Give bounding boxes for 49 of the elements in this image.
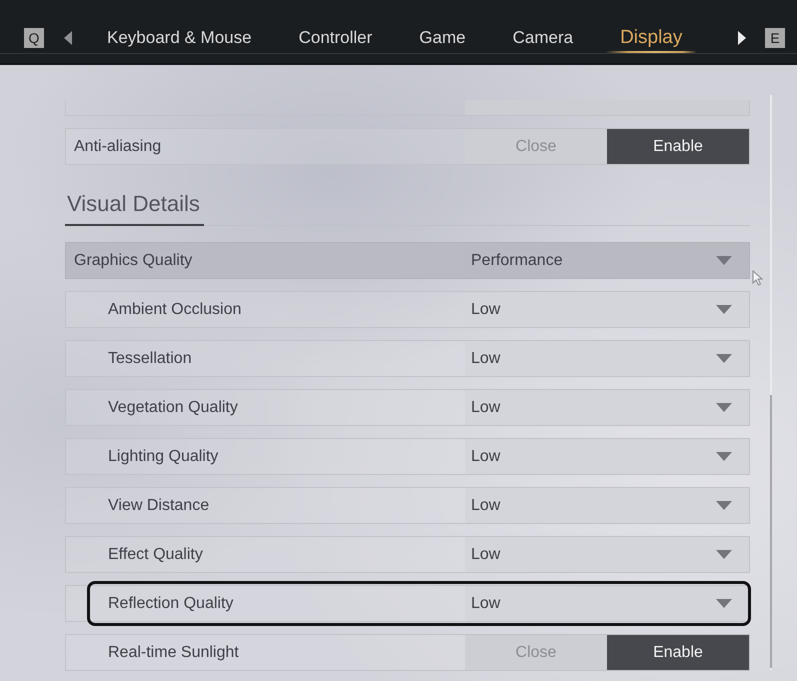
setting-row[interactable]: Effect Quality Low (65, 536, 750, 573)
setting-label: Reflection Quality (107, 594, 234, 612)
caret-down-icon (716, 403, 732, 412)
setting-label: Graphics Quality (73, 252, 194, 270)
tab[interactable]: Game (405, 24, 480, 53)
caret-down-icon (716, 501, 732, 510)
tab[interactable]: Keyboard & Mouse (93, 24, 266, 53)
setting-label: Real-time Sunlight (107, 644, 240, 662)
setting-label: Lighting Quality (107, 448, 220, 466)
dropdown[interactable]: Low (465, 341, 749, 376)
key-hint[interactable]: E (765, 28, 785, 48)
tab[interactable]: Controller (284, 24, 386, 53)
caret-down-icon (716, 550, 732, 559)
toggle-option[interactable]: Enable (607, 129, 749, 164)
scrollbar-thumb[interactable] (770, 395, 772, 668)
caret-down-icon (716, 256, 732, 265)
tab[interactable]: Camera (498, 24, 588, 53)
setting-label: Vegetation Quality (107, 398, 239, 416)
setting-row[interactable]: Real-time Sunlight Close Enable (65, 634, 750, 671)
caret-down-icon (716, 354, 732, 363)
mouse-pointer-icon (752, 270, 763, 286)
setting-label: Effect Quality (107, 546, 204, 564)
toggle-option[interactable]: Enable (607, 635, 749, 670)
dropdown[interactable]: Low (465, 488, 749, 523)
caret-down-icon (716, 452, 732, 461)
key-hint[interactable]: Q (24, 28, 44, 48)
setting-row[interactable]: Graphics Quality Performance (65, 242, 750, 279)
caret-down-icon (716, 305, 732, 314)
setting-row[interactable]: Ambient Occlusion Low (65, 291, 750, 328)
dropdown[interactable]: Low (465, 537, 749, 572)
setting-label: Tessellation (107, 350, 193, 368)
caret-down-icon (716, 599, 732, 608)
setting-label: Anti-aliasing (73, 138, 162, 156)
tab[interactable]: Display (606, 24, 696, 53)
setting-label: Ambient Occlusion (107, 300, 242, 318)
scrollbar-track[interactable] (770, 95, 772, 670)
caret-left-icon[interactable] (64, 31, 72, 45)
dropdown[interactable]: Low (465, 586, 749, 621)
setting-row[interactable]: Vegetation Quality Low (65, 389, 750, 426)
setting-row[interactable]: Anti-aliasing Close Enable (65, 128, 750, 165)
caret-right-icon[interactable] (738, 31, 746, 45)
setting-row[interactable]: Tessellation Low (65, 340, 750, 377)
section-title: Visual Details (65, 190, 204, 226)
dropdown[interactable]: Low (465, 439, 749, 474)
dropdown[interactable]: Low (465, 292, 749, 327)
dropdown[interactable]: Low (465, 390, 749, 425)
setting-row[interactable]: Lighting Quality Low (65, 438, 750, 475)
setting-label: View Distance (107, 496, 210, 514)
setting-row[interactable]: View Distance Low (65, 487, 750, 524)
